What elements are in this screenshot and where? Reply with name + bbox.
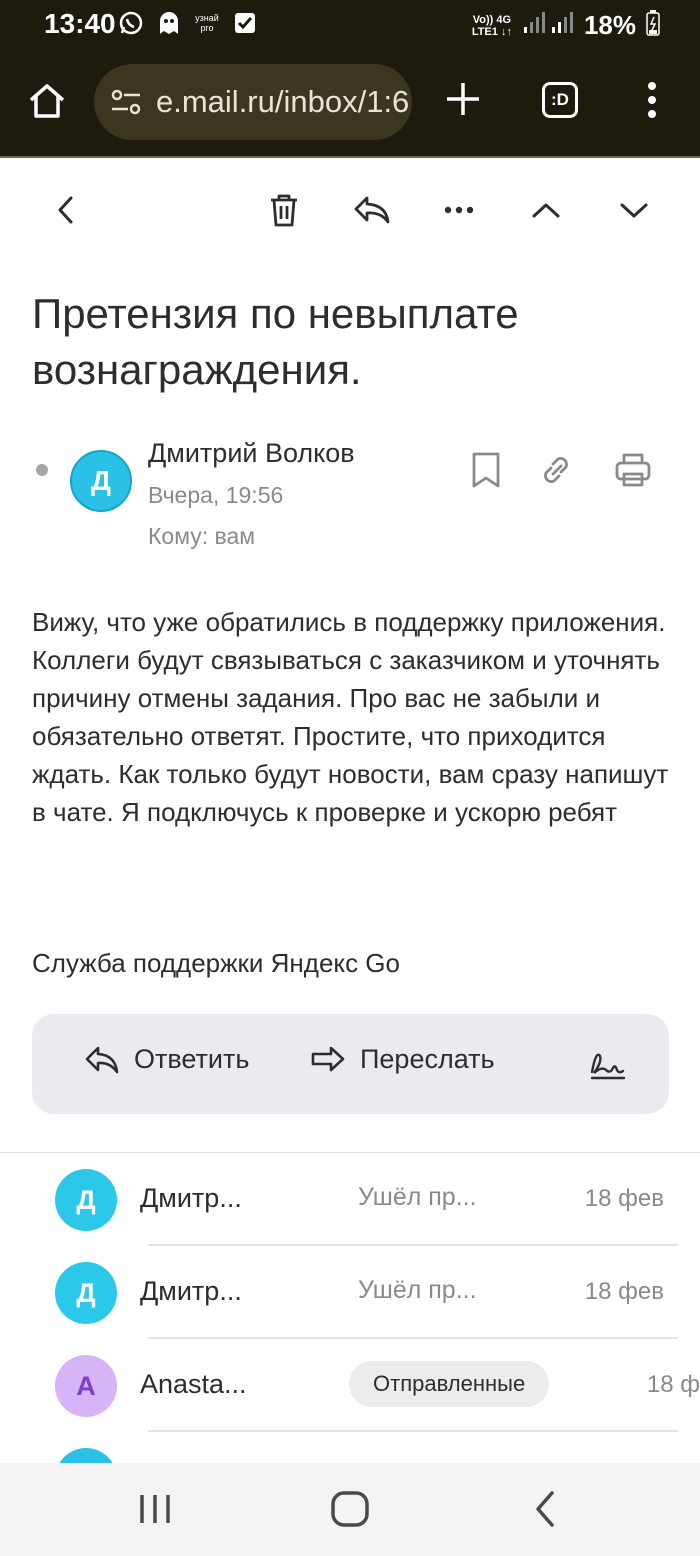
status-time: 13:40 — [44, 8, 116, 39]
forward-icon — [311, 1046, 345, 1071]
battery-icon — [646, 10, 660, 41]
thread-divider — [148, 1430, 678, 1432]
thread-date: 18 фев — [584, 1185, 664, 1212]
thread-avatar: Д — [55, 1169, 117, 1231]
link-icon[interactable] — [537, 450, 575, 490]
home-nav-icon[interactable] — [328, 1487, 372, 1531]
mail-date: Вчера, 19:56 — [148, 482, 284, 508]
thread-item[interactable]: A Anasta... Отправленные 18 ф — [0, 1339, 700, 1432]
notification-icons: узнай pro — [118, 10, 258, 36]
reply-actions-bar: Ответить Переслать — [32, 1014, 669, 1114]
network-indicator: Vo)) 4G LTE1 ↓↑ — [471, 13, 512, 38]
thread-sender: Anasta... — [140, 1369, 247, 1399]
thread-snippet: Ушёл пр... — [358, 1276, 477, 1304]
signal-icon — [522, 11, 574, 40]
thread-sender: Дмитр... — [140, 1276, 242, 1306]
thread-sender: Дмитр... — [140, 1183, 242, 1213]
reply-label: Ответить — [134, 1044, 250, 1074]
sender-name[interactable]: Дмитрий Волков — [148, 438, 355, 469]
folder-badge: Отправленные — [349, 1361, 550, 1407]
home-icon[interactable] — [26, 80, 68, 122]
url-text[interactable]: e.mail.ru/inbox/1:6 — [156, 84, 409, 120]
status-right: Vo)) 4G LTE1 ↓↑ 18% — [472, 10, 660, 41]
chevron-down-icon[interactable] — [612, 188, 656, 232]
thread-date: 18 ф — [646, 1371, 700, 1398]
browser-toolbar: e.mail.ru/inbox/1:6 :D — [0, 50, 700, 156]
reply-all-icon[interactable] — [350, 188, 394, 232]
forward-label: Переслать — [360, 1044, 495, 1074]
mail-recipient: Кому: вам — [148, 523, 256, 549]
bookmark-icon[interactable] — [467, 450, 505, 490]
print-icon[interactable] — [614, 450, 652, 490]
mail-toolbar — [0, 158, 700, 262]
trash-icon[interactable] — [262, 188, 306, 232]
thread-date: 18 фев — [584, 1278, 664, 1305]
new-tab-icon[interactable] — [444, 80, 482, 118]
chevron-up-icon[interactable] — [524, 188, 568, 232]
read-status-dot[interactable] — [36, 464, 48, 476]
thread-snippet: Ушёл пр... — [358, 1183, 477, 1211]
more-horiz-icon[interactable] — [437, 188, 481, 232]
sender-avatar[interactable]: Д — [70, 450, 132, 512]
mail-signature: Служба поддержки Яндекс Go — [32, 948, 400, 978]
mail-subject: Претензия по невыплате вознаграждения. — [32, 290, 519, 393]
back-icon[interactable] — [44, 188, 88, 232]
address-bar[interactable]: e.mail.ru/inbox/1:6 — [94, 64, 412, 140]
battery-text: 18% — [583, 10, 636, 40]
reply-button[interactable]: Ответить — [84, 1044, 249, 1075]
forward-button[interactable]: Переслать — [310, 1044, 495, 1075]
system-nav-bar — [0, 1463, 700, 1556]
tab-switcher-button[interactable]: :D — [542, 82, 578, 118]
thread-avatar: Д — [55, 1262, 117, 1324]
thread-avatar: A — [55, 1355, 117, 1417]
checkbox-icon — [232, 10, 258, 36]
reply-icon — [85, 1046, 119, 1073]
more-vert-icon[interactable] — [645, 80, 659, 120]
thread-item[interactable]: Д Дмитр... Ушёл пр... 18 фев — [0, 1246, 700, 1339]
thread-item[interactable]: Д Дмитр... Ушёл пр... 18 фев — [0, 1153, 700, 1246]
whatsapp-icon — [118, 10, 144, 36]
signature-icon[interactable] — [588, 1046, 628, 1082]
mail-body: Вижу, что уже обратились в поддержку при… — [32, 607, 669, 827]
status-bar: 13:40 узнай pro Vo)) 4G LTE1 ↓↑ 18% — [0, 0, 700, 50]
ghost-icon — [156, 10, 182, 36]
recent-apps-icon[interactable] — [133, 1487, 177, 1531]
site-settings-icon[interactable] — [110, 88, 142, 116]
back-nav-icon[interactable] — [524, 1487, 568, 1531]
uznai-pro-icon: узнай pro — [195, 13, 219, 33]
